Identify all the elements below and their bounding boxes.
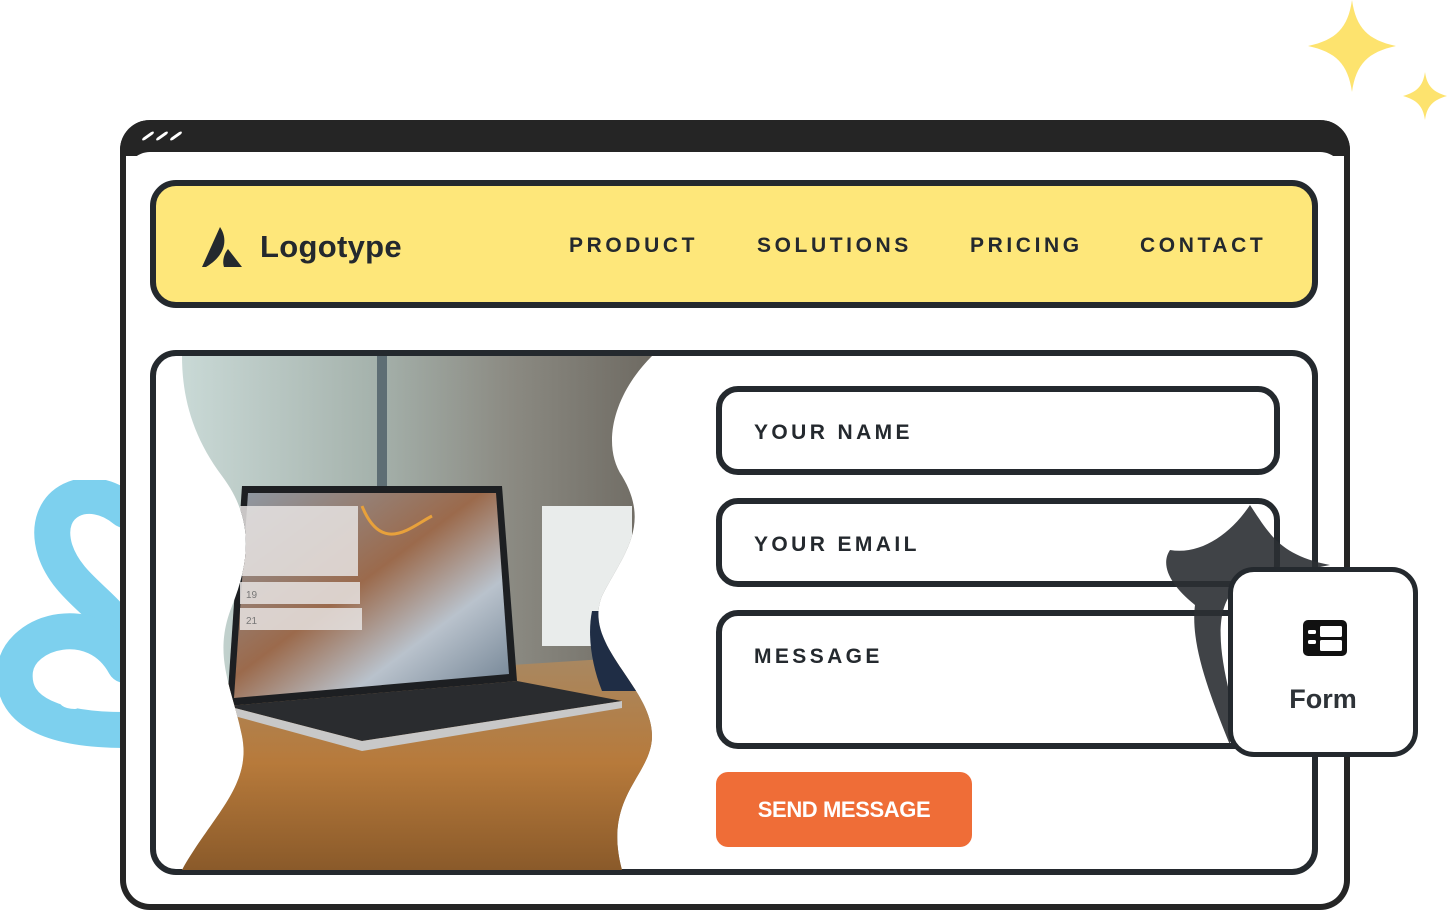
logo-mark-icon <box>202 227 242 267</box>
window-body-top <box>126 152 1344 182</box>
message-placeholder: MESSAGE <box>754 645 883 668</box>
sparkle-icon <box>1308 0 1447 120</box>
screen-date: 19 <box>246 590 258 601</box>
email-placeholder: YOUR EMAIL <box>754 533 920 556</box>
screen-date: 21 <box>246 616 258 627</box>
coffee-mug <box>590 611 652 691</box>
form-component-badge[interactable]: Form <box>1228 567 1418 757</box>
window-titlebar <box>120 120 1350 156</box>
nav-item-pricing[interactable]: PRICING <box>970 234 1083 258</box>
large-sparkle <box>1308 0 1396 92</box>
nav-item-contact[interactable]: CONTACT <box>1140 234 1266 258</box>
name-input[interactable]: YOUR NAME <box>716 386 1280 475</box>
hero-image: 19 21 <box>182 356 652 870</box>
send-message-button[interactable]: SEND MESSAGE <box>716 772 972 847</box>
nav-item-solutions[interactable]: SOLUTIONS <box>757 234 912 258</box>
logo-text: Logotype <box>260 229 402 264</box>
small-sparkle <box>1403 72 1447 120</box>
form-badge-label: Form <box>1289 684 1357 714</box>
nav-item-product[interactable]: PRODUCT <box>569 234 698 258</box>
form-layout-icon <box>1303 620 1347 656</box>
squiggle-decoration <box>0 480 125 748</box>
name-placeholder: YOUR NAME <box>754 421 913 444</box>
site-logo[interactable]: Logotype <box>202 222 402 272</box>
